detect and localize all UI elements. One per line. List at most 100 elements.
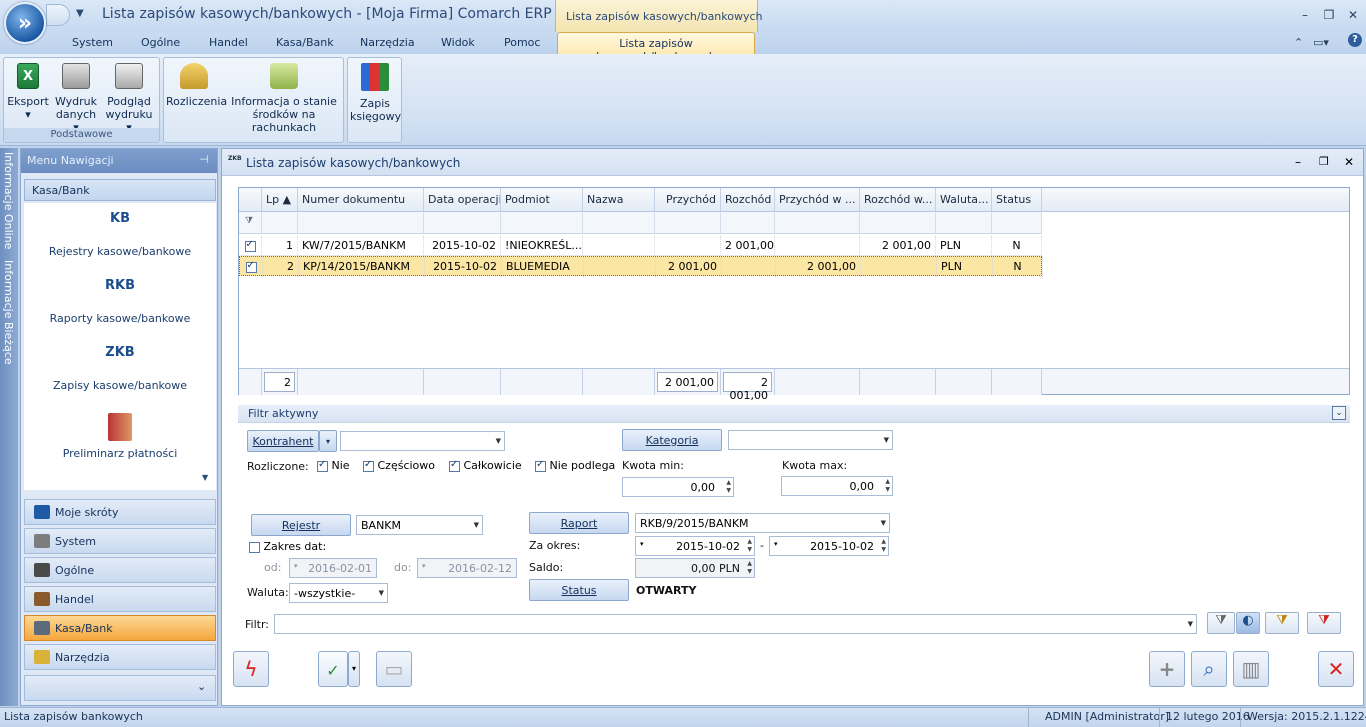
col-rozchod-w[interactable]: Rozchód w... [860, 188, 936, 212]
lightning-icon[interactable]: ϟ [233, 651, 269, 687]
minimize-icon[interactable]: – [1294, 6, 1316, 24]
filtr-input[interactable]: ▼ [274, 614, 1197, 634]
nav-item-rejestry[interactable]: KB Rejestry kasowe/bankowe [24, 211, 216, 258]
tab-pomoc[interactable]: Pomoc [504, 36, 540, 49]
filter-cell[interactable] [860, 212, 936, 234]
do-date-input[interactable]: ▾ 2016-02-12 [417, 558, 517, 578]
tab-system[interactable]: System [72, 36, 113, 49]
customize-qat-icon[interactable]: ▼ [76, 8, 84, 19]
window-switch-icon[interactable]: ▭▾ [1313, 36, 1329, 49]
application-menu-button[interactable]: » [4, 2, 46, 44]
filter-cell[interactable] [424, 212, 501, 234]
collapse-filter-icon[interactable]: ⌄ [1332, 406, 1346, 420]
filter-cell[interactable] [775, 212, 860, 234]
kategoria-select[interactable]: ▼ [728, 430, 893, 450]
nav-item-raporty[interactable]: RKB Raporty kasowe/bankowe [24, 278, 216, 325]
maximize-icon[interactable]: ❐ [1318, 6, 1340, 24]
nav-module-kasa-bank[interactable]: Kasa/Bank [24, 615, 216, 641]
od-date-input[interactable]: ▾ 2016-02-01 [289, 558, 377, 578]
informacje-biezace-tab[interactable]: Informacje Bieżące [2, 260, 15, 365]
rozliczone-calkowicie-checkbox[interactable]: Całkowicie [449, 459, 522, 472]
tab-widok[interactable]: Widok [441, 36, 475, 49]
nav-more-button[interactable]: ⌄ [24, 675, 216, 701]
filter-toggle-icon[interactable]: ◐ [1236, 612, 1260, 634]
row-checkbox[interactable] [239, 236, 262, 256]
tab-lista-zapisow[interactable]: Lista zapisów kasowych/bankowych [557, 32, 755, 63]
filter-cell[interactable] [936, 212, 992, 234]
tab-kasa-bank[interactable]: Kasa/Bank [276, 36, 334, 49]
nav-section-kasa-bank[interactable]: Kasa/Bank [24, 179, 216, 201]
filter-icon[interactable]: ⧩ [1207, 612, 1235, 634]
spinner-icon[interactable]: ▲ ▼ [747, 538, 752, 554]
col-rozchod[interactable]: Rozchód [721, 188, 775, 212]
col-nazwa[interactable]: Nazwa [583, 188, 655, 212]
scroll-down-icon[interactable]: ▼ [202, 473, 208, 482]
filter-builder-icon[interactable]: ⧩ [1265, 612, 1299, 634]
col-waluta[interactable]: Waluta... [936, 188, 992, 212]
za-okres-do-input[interactable]: ▾ 2015-10-02 ▲ ▼ [769, 536, 889, 556]
filter-cell[interactable] [262, 212, 298, 234]
za-okres-od-input[interactable]: ▾ 2015-10-02 ▲ ▼ [635, 536, 755, 556]
col-data[interactable]: Data operacji [424, 188, 501, 212]
child-minimize-icon[interactable]: – [1295, 155, 1301, 169]
nav-module-handel[interactable]: Handel [24, 586, 216, 612]
kwota-min-input[interactable]: 0,00 ▲ ▼ [622, 477, 734, 497]
table-row[interactable]: 1 KW/7/2015/BANKM 2015-10-02 !NIEOKREŚL.… [239, 236, 1042, 256]
nav-module-ogolne[interactable]: Ogólne [24, 557, 216, 583]
add-payment-icon[interactable]: ✓ [318, 651, 348, 687]
quick-access-toolbar[interactable] [46, 4, 70, 26]
rozliczone-nie-podlega-checkbox[interactable]: Nie podlega [535, 459, 615, 472]
filter-cell[interactable] [992, 212, 1042, 234]
spinner-icon[interactable]: ▲ ▼ [726, 479, 731, 495]
col-lp[interactable]: Lp ▲ [262, 188, 298, 212]
informacje-online-tab[interactable]: Informacje Online [2, 152, 15, 249]
col-status[interactable]: Status [992, 188, 1042, 212]
child-close-icon[interactable]: ✕ [1344, 155, 1354, 169]
collapse-ribbon-icon[interactable]: ⌃ [1294, 36, 1303, 49]
rozliczone-czesciowo-checkbox[interactable]: Częściowo [363, 459, 435, 472]
tab-ogolne[interactable]: Ogólne [141, 36, 180, 49]
child-maximize-icon[interactable]: ❐ [1319, 155, 1329, 168]
filter-cell[interactable] [721, 212, 775, 234]
rozliczone-nie-checkbox[interactable]: Nie [317, 459, 350, 472]
tab-handel[interactable]: Handel [209, 36, 248, 49]
spinner-icon[interactable]: ▲ ▼ [885, 478, 890, 494]
edit-button[interactable]: ⌕ [1191, 651, 1227, 687]
filter-cell[interactable] [501, 212, 583, 234]
close-window-button[interactable]: ✕ [1318, 651, 1354, 687]
kontrahent-select[interactable]: ▼ [340, 431, 505, 451]
help-icon[interactable]: ? [1348, 33, 1362, 47]
status-button[interactable]: Status [529, 579, 629, 601]
filter-cell[interactable] [655, 212, 721, 234]
book-icon[interactable]: ▭ [376, 651, 412, 687]
col-numer[interactable]: Numer dokumentu [298, 188, 424, 212]
col-przychod[interactable]: Przychód [655, 188, 721, 212]
print-preview-button[interactable]: Podgląd wydruku ▾ [104, 63, 154, 134]
table-row-selected[interactable]: 2 KP/14/2015/BANKM 2015-10-02 BLUEMEDIA … [239, 256, 1043, 277]
col-select[interactable] [239, 188, 262, 212]
rejestr-select[interactable]: BANKM ▼ [356, 515, 483, 535]
close-icon[interactable]: ✕ [1342, 6, 1364, 24]
add-button[interactable]: + [1149, 651, 1185, 687]
account-info-button[interactable]: Informacja o stanie środków na rachunkac… [224, 63, 344, 134]
kategoria-button[interactable]: Kategoria [622, 429, 722, 451]
col-podmiot[interactable]: Podmiot [501, 188, 583, 212]
tab-narzedzia[interactable]: Narzędzia [360, 36, 415, 49]
raport-select[interactable]: RKB/9/2015/BANKM ▼ [635, 513, 890, 533]
kontrahent-button[interactable]: Kontrahent [247, 430, 319, 452]
filter-cell[interactable] [583, 212, 655, 234]
raport-button[interactable]: Raport [529, 512, 629, 534]
row-checkbox[interactable] [240, 257, 263, 277]
print-data-button[interactable]: Wydruk danych ▾ [54, 63, 98, 134]
delete-button[interactable]: ▥ [1233, 651, 1269, 687]
spinner-icon[interactable]: ▲ ▼ [881, 538, 886, 554]
nav-module-moje-skroty[interactable]: Moje skróty [24, 499, 216, 525]
add-payment-dropdown-icon[interactable]: ▾ [348, 651, 360, 687]
rejestr-button[interactable]: Rejestr [251, 514, 351, 536]
clear-filter-icon[interactable]: ⧩ [1307, 612, 1341, 634]
rozliczenia-button[interactable]: Rozliczenia [166, 63, 227, 108]
nav-module-narzedzia[interactable]: Narzędzia [24, 644, 216, 670]
export-button[interactable]: X Eksport ▾ [6, 63, 50, 121]
waluta-select[interactable]: -wszystkie- ▼ [289, 583, 388, 603]
col-przychod-w[interactable]: Przychód w ... [775, 188, 860, 212]
